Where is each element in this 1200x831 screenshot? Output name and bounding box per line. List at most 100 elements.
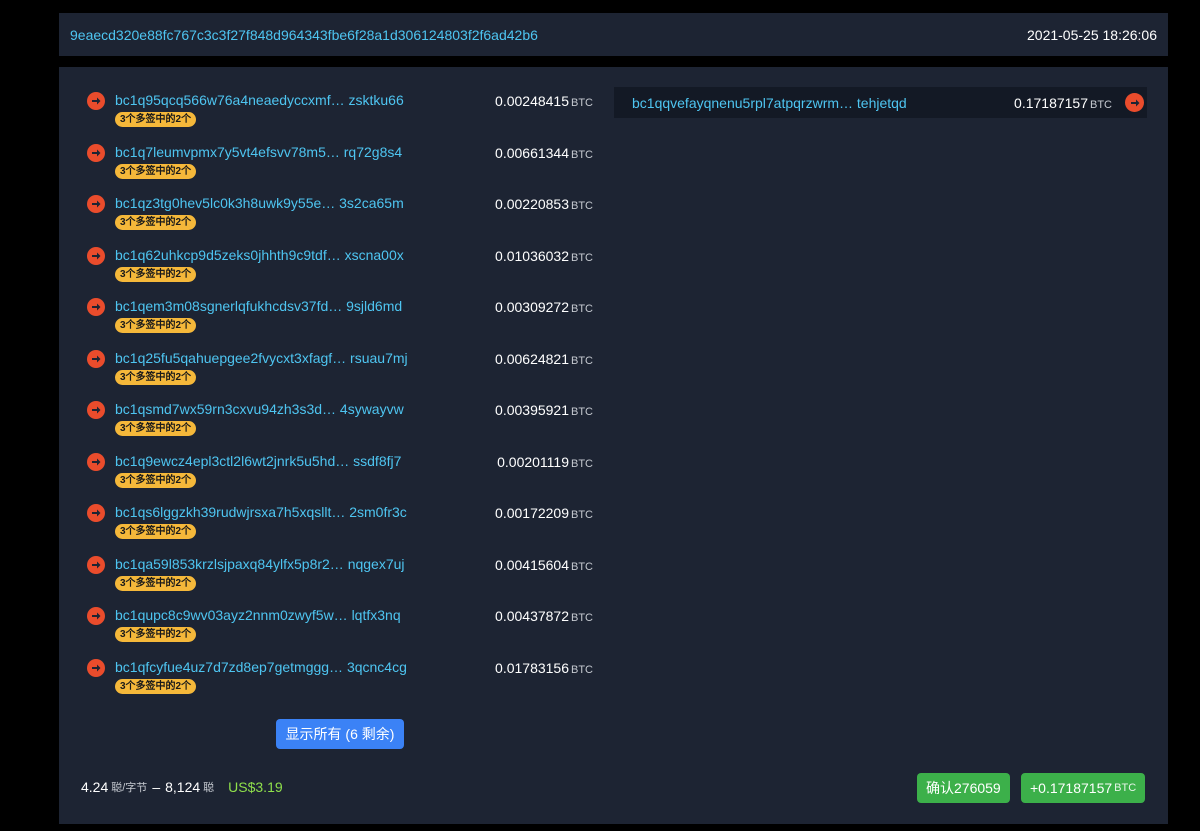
input-row: bc1qfcyfue4uz7d7zd8ep7getmggg… 3qcnc4cg 0… — [85, 658, 605, 710]
input-amount: 0.00220853 BTC — [495, 196, 593, 212]
multisig-badge: 3个多签中的2个 — [115, 163, 197, 179]
input-amount-unit: BTC — [571, 148, 593, 161]
input-row: bc1q62uhkcp9d5zeks0jhhth9c9tdf… xscna00x… — [85, 246, 605, 298]
input-amount-value: 0.00661344 — [495, 144, 569, 161]
input-amount-unit: BTC — [571, 303, 593, 315]
input-amount-unit: BTC — [571, 406, 593, 418]
input-amount-value: 0.00437872 — [495, 608, 569, 624]
transaction-panel: bc1q95qcq566w76a4neaedyccxmf… zsktku66 0.… — [59, 67, 1168, 824]
multisig-badge: 3个多签中的2个 — [115, 627, 197, 642]
arrow-right-circle-icon[interactable] — [87, 195, 105, 213]
input-address-link[interactable]: bc1q95qcq566w76a4neaedyccxmf… zsktku66 — [115, 92, 404, 108]
input-amount: 0.00437872 BTC — [495, 608, 593, 624]
arrow-right-circle-icon[interactable] — [87, 452, 105, 471]
input-address-link[interactable]: bc1q9ewcz4epl3ctl2l6wt2jnrk5u5hd… ssdf8f… — [115, 453, 401, 469]
input-amount-unit: BTC — [571, 200, 593, 212]
input-row: bc1q7leumvpmx7y5vt4efsvv78m5… rq72g8s4 0.… — [85, 143, 605, 195]
multisig-badge: 3个多签中的2个 — [115, 472, 197, 488]
multisig-badge: 3个多签中的2个 — [115, 318, 197, 333]
input-address-link[interactable]: bc1q7leumvpmx7y5vt4efsvv78m5… rq72g8s4 — [115, 144, 402, 160]
input-amount-unit: BTC — [571, 97, 593, 109]
fee-unit: 聪 — [203, 782, 215, 794]
input-address-link[interactable]: bc1qfcyfue4uz7d7zd8ep7getmggg… 3qcnc4cg — [115, 659, 407, 675]
fee-rate-unit: 聪/字节 — [111, 782, 148, 794]
input-amount-unit: BTC — [571, 251, 593, 264]
fee-rate: 4.24 — [81, 779, 109, 795]
input-amount: 0.00248415 BTC — [495, 93, 593, 109]
tx-timestamp: 2021-05-25 18:26:06 — [1027, 26, 1157, 43]
input-row: bc1q95qcq566w76a4neaedyccxmf… zsktku66 0.… — [85, 91, 605, 143]
input-amount-unit: BTC — [571, 509, 593, 521]
arrow-right-circle-icon[interactable] — [87, 92, 105, 110]
arrow-right-circle-icon[interactable] — [1125, 93, 1144, 112]
arrow-right-circle-icon[interactable] — [87, 349, 105, 368]
output-amount: 0.17187157 BTC — [1014, 95, 1112, 111]
show-all-button[interactable]: 显示所有 (6 剩余) — [276, 719, 404, 749]
input-amount-value: 0.00309272 — [495, 299, 569, 315]
input-row: bc1qupc8c9wv03ayz2nnm0zwyf5w… lqtfx3nq 0.… — [85, 606, 605, 658]
total-amount-value: +0.17187157 — [1030, 780, 1113, 796]
multisig-badge: 3个多签中的2个 — [115, 112, 197, 127]
fee-usd: US$3.19 — [228, 779, 283, 795]
confirmations-button[interactable]: 确认276059 — [917, 773, 1010, 803]
input-row: bc1qsmd7wx59rn3cxvu94zh3s3d… 4sywayvw 0.0… — [85, 400, 605, 452]
input-row: bc1qa59l853krzlsjpaxq84ylfx5p8r2… nqgex7… — [85, 555, 605, 607]
multisig-badge: 3个多签中的2个 — [115, 369, 197, 385]
input-amount-value: 0.00172209 — [495, 505, 569, 521]
fee-separator: – — [152, 779, 161, 795]
input-address-link[interactable]: bc1qs6lggzkh39rudwjrsxa7h5xqsllt… 2sm0fr… — [115, 504, 407, 520]
input-amount: 0.01036032 BTC — [495, 248, 593, 264]
arrow-right-circle-icon[interactable] — [87, 607, 105, 625]
input-amount-unit: BTC — [571, 612, 593, 624]
input-amount: 0.01783156 BTC — [495, 660, 593, 676]
multisig-badge: 3个多签中的2个 — [115, 266, 197, 282]
outputs-list: bc1qqvefayqnenu5rpl7atpqrzwrm… tehjetqd … — [614, 87, 1147, 118]
input-amount-unit: BTC — [571, 457, 593, 470]
input-amount-value: 0.01036032 — [495, 247, 569, 264]
input-row: bc1qz3tg0hev5lc0k3h8uwk9y55e… 3s2ca65m 0.… — [85, 194, 605, 246]
input-amount-value: 0.00395921 — [495, 402, 569, 418]
arrow-right-circle-icon[interactable] — [87, 504, 105, 522]
input-amount-value: 0.01783156 — [495, 659, 569, 676]
input-row: bc1q25fu5qahuepgee2fvycxt3xfagf… rsuau7m… — [85, 349, 605, 401]
output-address-link[interactable]: bc1qqvefayqnenu5rpl7atpqrzwrm… tehjetqd — [632, 95, 907, 111]
input-amount-value: 0.00248415 — [495, 93, 569, 109]
total-amount-button[interactable]: +0.17187157 BTC — [1021, 773, 1146, 803]
input-address-link[interactable]: bc1qem3m08sgnerlqfukhcdsv37fd… 9sjld6md — [115, 298, 402, 314]
input-amount-value: 0.00415604 — [495, 556, 569, 573]
inputs-list: bc1q95qcq566w76a4neaedyccxmf… zsktku66 0.… — [85, 91, 605, 709]
transaction-header: 9eaecd320e88fc767c3c3f27f848d964343fbe6f… — [59, 13, 1168, 56]
input-address-link[interactable]: bc1q62uhkcp9d5zeks0jhhth9c9tdf… xscna00x — [115, 247, 404, 263]
input-amount: 0.00415604 BTC — [495, 557, 593, 573]
arrow-right-circle-icon[interactable] — [87, 658, 105, 677]
txid-link[interactable]: 9eaecd320e88fc767c3c3f27f848d964343fbe6f… — [70, 27, 538, 43]
input-address-link[interactable]: bc1qa59l853krzlsjpaxq84ylfx5p8r2… nqgex7… — [115, 556, 405, 572]
multisig-badge: 3个多签中的2个 — [115, 215, 197, 230]
input-address-link[interactable]: bc1qupc8c9wv03ayz2nnm0zwyf5w… lqtfx3nq — [115, 607, 401, 623]
arrow-right-circle-icon[interactable] — [87, 298, 105, 316]
input-amount-value: 0.00220853 — [495, 196, 569, 212]
input-amount: 0.00172209 BTC — [495, 505, 593, 521]
input-amount: 0.00661344 BTC — [495, 145, 593, 161]
fee-info: 4.24 聪/字节 – 8,124 聪 US$3.19 — [81, 779, 283, 795]
input-row: bc1q9ewcz4epl3ctl2l6wt2jnrk5u5hd… ssdf8f… — [85, 452, 605, 504]
input-address-link[interactable]: bc1q25fu5qahuepgee2fvycxt3xfagf… rsuau7m… — [115, 350, 408, 366]
multisig-badge: 3个多签中的2个 — [115, 678, 197, 694]
output-amount-unit: BTC — [1090, 99, 1112, 111]
input-amount: 0.00201119 BTC — [497, 454, 593, 470]
input-amount: 0.00309272 BTC — [495, 299, 593, 315]
input-row: bc1qs6lggzkh39rudwjrsxa7h5xqsllt… 2sm0fr… — [85, 503, 605, 555]
arrow-right-circle-icon[interactable] — [87, 246, 105, 265]
input-amount-unit: BTC — [571, 560, 593, 573]
input-amount-value: 0.00624821 — [495, 350, 569, 367]
fee-amount: 8,124 — [165, 779, 201, 795]
output-amount-value: 0.17187157 — [1014, 95, 1088, 111]
input-address-link[interactable]: bc1qz3tg0hev5lc0k3h8uwk9y55e… 3s2ca65m — [115, 195, 404, 211]
input-address-link[interactable]: bc1qsmd7wx59rn3cxvu94zh3s3d… 4sywayvw — [115, 401, 404, 417]
arrow-right-circle-icon[interactable] — [87, 143, 105, 162]
multisig-badge: 3个多签中的2个 — [115, 575, 197, 591]
input-amount-value: 0.00201119 — [497, 453, 569, 470]
arrow-right-circle-icon[interactable] — [87, 555, 105, 574]
arrow-right-circle-icon[interactable] — [87, 401, 105, 419]
multisig-badge: 3个多签中的2个 — [115, 421, 197, 436]
